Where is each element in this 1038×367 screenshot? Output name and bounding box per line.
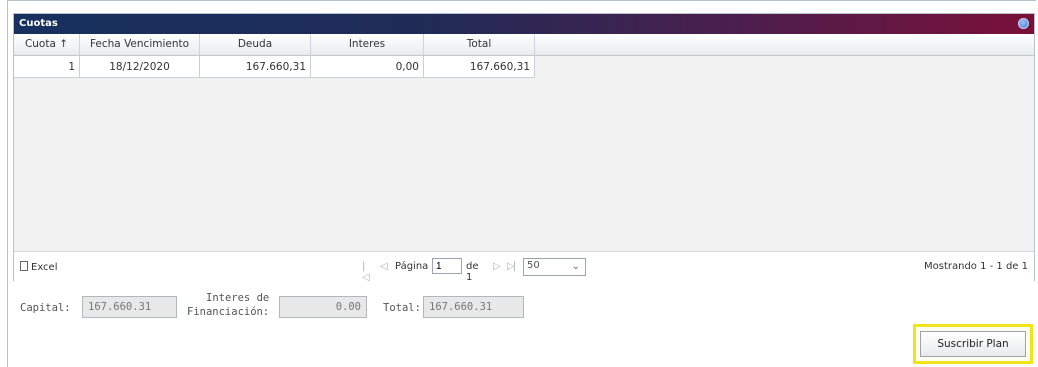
cell-deuda: 167.660,31 bbox=[200, 56, 311, 78]
summary-section: Capital: 167.660.31 Interes de Financiac… bbox=[0, 290, 1038, 350]
excel-label: Excel bbox=[31, 262, 58, 273]
page-of-label: de 1 bbox=[466, 261, 479, 283]
capital-label: Capital: bbox=[20, 302, 71, 314]
cell-total: 167.660,31 bbox=[424, 56, 535, 78]
prev-page-icon[interactable]: ◁ bbox=[380, 261, 388, 272]
next-page-icon[interactable]: ▷ bbox=[493, 261, 501, 272]
subscribe-highlight: Suscribir Plan bbox=[913, 324, 1033, 364]
pager-info: Mostrando 1 - 1 de 1 bbox=[923, 261, 1028, 272]
collapse-circle-icon[interactable] bbox=[1018, 18, 1029, 29]
column-header-deuda[interactable]: Deuda bbox=[200, 34, 311, 55]
cell-interes: 0,00 bbox=[311, 56, 424, 78]
first-page-icon[interactable]: |◁ bbox=[362, 261, 370, 283]
column-header-cuota[interactable]: Cuota ↑ bbox=[14, 34, 80, 55]
page-label: Página bbox=[395, 261, 429, 272]
grid-header-row: Cuota ↑ Fecha Vencimiento Deuda Interes … bbox=[14, 34, 1034, 56]
panel-titlebar: Cuotas bbox=[14, 14, 1034, 34]
excel-export-button[interactable]: Excel bbox=[20, 261, 58, 275]
grid-pager: Excel |◁ ◁ Página de 1 ▷ ▷| 50 ⌄ Mostran… bbox=[14, 251, 1034, 283]
table-row[interactable]: 1 18/12/2020 167.660,31 0,00 167.660,31 bbox=[14, 56, 535, 78]
subscribe-plan-button[interactable]: Suscribir Plan bbox=[920, 331, 1026, 357]
cell-cuota: 1 bbox=[14, 56, 80, 78]
column-header-interes[interactable]: Interes bbox=[311, 34, 424, 55]
interes-label-line2: Financiación: bbox=[187, 306, 270, 318]
cell-fecha: 18/12/2020 bbox=[80, 56, 200, 78]
last-page-icon[interactable]: ▷| bbox=[507, 261, 516, 272]
column-header-fecha-vencimiento[interactable]: Fecha Vencimiento bbox=[80, 34, 200, 55]
page-size-select[interactable]: 50 ⌄ bbox=[523, 258, 586, 276]
grid-body: 1 18/12/2020 167.660,31 0,00 167.660,31 bbox=[14, 56, 1034, 252]
total-field: 167.660.31 bbox=[423, 296, 524, 318]
capital-field: 167.660.31 bbox=[82, 296, 177, 318]
cuotas-grid-panel: Cuotas Cuota ↑ Fecha Vencimiento Deuda I… bbox=[13, 13, 1035, 283]
interes-field: 0.00 bbox=[279, 296, 367, 318]
panel-title: Cuotas bbox=[19, 18, 58, 29]
chevron-down-icon: ⌄ bbox=[571, 261, 580, 272]
column-header-total[interactable]: Total bbox=[424, 34, 535, 55]
total-label: Total: bbox=[383, 302, 421, 314]
page-number-input[interactable] bbox=[432, 258, 462, 274]
document-icon bbox=[20, 261, 28, 271]
page-size-value: 50 bbox=[527, 260, 540, 271]
interes-label-line1: Interes de bbox=[206, 292, 270, 304]
